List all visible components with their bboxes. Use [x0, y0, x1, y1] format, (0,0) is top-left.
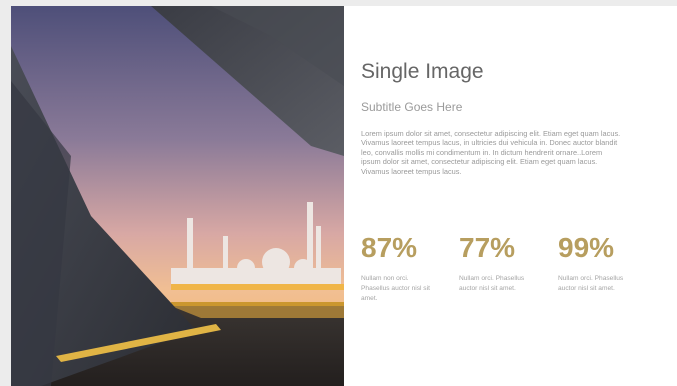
stat-description: Nullam orci. Phasellus auctor nisl sit a…: [558, 275, 624, 292]
stat-block: 87% Nullam non orci. Phasellus auctor ni…: [361, 232, 451, 304]
stat-block: 77% Nullam orci. Phasellus auctor nisl s…: [459, 232, 549, 294]
stat-block: 99% Nullam orci. Phasellus auctor nisl s…: [558, 232, 648, 294]
stat-description: Nullam orci. Phasellus auctor nisl sit a…: [459, 275, 525, 292]
content-panel: Single Image Subtitle Goes Here Lorem ip…: [361, 6, 661, 386]
slide: Single Image Subtitle Goes Here Lorem ip…: [11, 6, 677, 386]
stat-description: Nullam non orci. Phasellus auctor nisl s…: [361, 275, 430, 302]
slide-title: Single Image: [361, 60, 484, 83]
stat-value: 87%: [361, 232, 418, 263]
mosque-sunset-photo: [11, 6, 344, 386]
body-text: Lorem ipsum dolor sit amet, consectetur …: [361, 129, 621, 176]
stat-value: 77%: [459, 232, 516, 263]
slide-subtitle: Subtitle Goes Here: [361, 100, 463, 114]
stat-value: 99%: [558, 232, 615, 263]
